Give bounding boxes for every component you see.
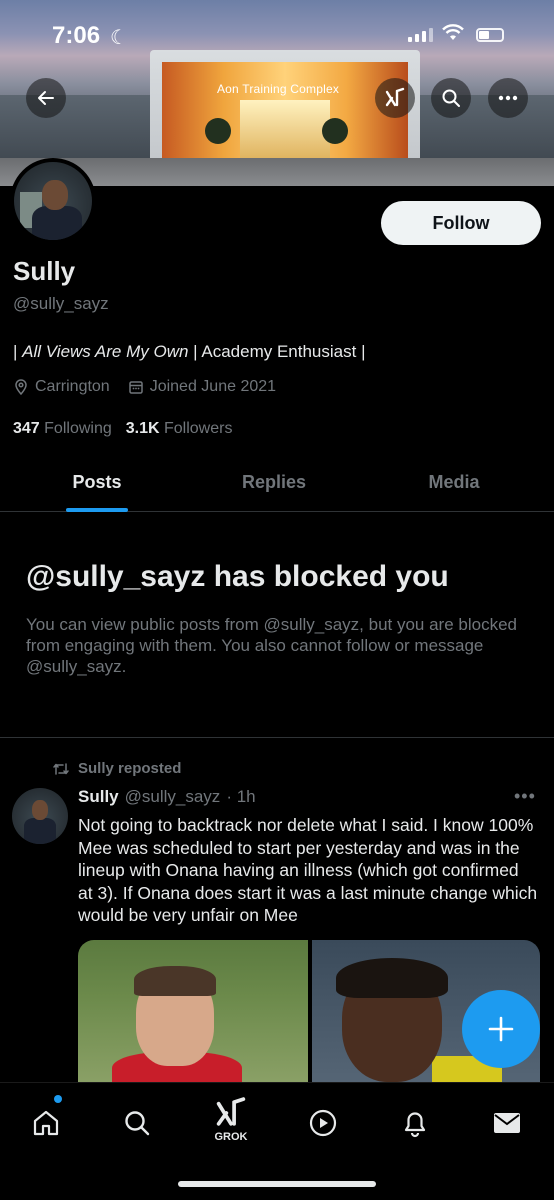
tab-replies[interactable]: Replies xyxy=(184,452,364,512)
tab-media[interactable]: Media xyxy=(364,452,544,512)
bio-separator: | xyxy=(193,342,198,361)
tab-media-label: Media xyxy=(428,471,480,492)
nav-notifications[interactable] xyxy=(395,1103,435,1143)
nav-grok-label: GROK xyxy=(214,1131,248,1143)
moon-icon: ☾ xyxy=(110,27,128,49)
bio-prefix: | xyxy=(13,342,18,361)
envelope-icon xyxy=(494,1113,520,1133)
play-circle-icon xyxy=(309,1109,337,1137)
followers-label: Followers xyxy=(164,420,233,437)
bell-icon xyxy=(404,1112,426,1138)
calendar-icon xyxy=(128,381,143,394)
blocked-title: @sully_sayz has blocked you xyxy=(26,560,449,593)
post-text: Not going to backtrack nor delete what I… xyxy=(78,815,538,925)
following-link[interactable]: 347 Following xyxy=(13,420,112,438)
banner-building-left xyxy=(0,95,150,165)
bio-italic: All Views Are My Own xyxy=(22,342,189,361)
cellular-signal-icon xyxy=(408,28,433,42)
grok-icon xyxy=(385,87,405,107)
home-icon xyxy=(33,1110,59,1136)
profile-meta: Carrington Joined June 2021 xyxy=(13,378,276,396)
image-player-hair xyxy=(336,958,448,998)
status-bar: 7:06 ☾ xyxy=(0,0,554,72)
nav-search[interactable] xyxy=(117,1103,157,1143)
location-text: Carrington xyxy=(35,378,110,395)
wifi-icon xyxy=(442,24,464,48)
post-time: · 1h xyxy=(226,787,256,806)
followers-link[interactable]: 3.1K Followers xyxy=(126,420,233,438)
image-player-hair xyxy=(134,966,216,996)
bio-rest: Academy Enthusiast | xyxy=(201,342,366,361)
compose-post-button[interactable] xyxy=(462,990,540,1068)
back-button[interactable] xyxy=(26,78,66,118)
banner-tree xyxy=(205,118,231,144)
profile-counts: 347 Following 3.1K Followers xyxy=(13,420,232,438)
search-button[interactable] xyxy=(431,78,471,118)
tab-posts[interactable]: Posts xyxy=(0,452,194,512)
tab-posts-label: Posts xyxy=(72,471,122,492)
avatar-face xyxy=(42,180,68,210)
section-divider xyxy=(0,737,554,738)
grok-icon xyxy=(216,1097,246,1126)
nav-home[interactable] xyxy=(26,1103,66,1143)
profile-handle: @sully_sayz xyxy=(13,294,109,313)
nav-video[interactable] xyxy=(303,1103,343,1143)
more-options-button[interactable] xyxy=(488,78,528,118)
search-icon xyxy=(125,1111,150,1136)
post-avatar[interactable] xyxy=(12,788,68,844)
avatar-body xyxy=(32,206,82,240)
blocked-message: You can view public posts from @sully_sa… xyxy=(26,615,517,676)
repost-icon xyxy=(53,762,69,775)
banner-entry xyxy=(240,100,330,158)
nav-grok[interactable] xyxy=(211,1093,251,1133)
following-count: 347 xyxy=(13,420,40,437)
more-dots-icon xyxy=(498,95,518,101)
joined-text: Joined June 2021 xyxy=(149,378,277,395)
post-more-icon[interactable]: ••• xyxy=(514,786,536,807)
profile-bio: | All Views Are My Own | Academy Enthusi… xyxy=(13,342,365,362)
repost-indicator: Sully reposted xyxy=(52,760,181,777)
plus-icon xyxy=(488,1016,514,1042)
back-arrow-icon xyxy=(38,91,54,105)
tab-replies-label: Replies xyxy=(241,471,307,492)
post-author[interactable]: Sully xyxy=(78,787,119,807)
location-pin-icon xyxy=(15,379,27,395)
profile-joined: Joined June 2021 xyxy=(128,378,276,396)
followers-count: 3.1K xyxy=(125,420,160,437)
grok-button[interactable] xyxy=(375,78,415,118)
profile-tabs: Posts Replies Media xyxy=(0,452,554,512)
banner-tree xyxy=(322,118,348,144)
following-label: Following xyxy=(44,420,112,437)
post-handle: @sully_sayz xyxy=(124,787,221,806)
profile-location: Carrington xyxy=(13,378,110,396)
post-header: Sully @sully_sayz · 1h xyxy=(78,787,256,807)
profile-avatar[interactable] xyxy=(10,158,96,244)
battery-icon xyxy=(476,28,504,42)
profile-name: Sully xyxy=(13,256,76,286)
home-indicator[interactable] xyxy=(178,1181,376,1187)
post-image-left[interactable] xyxy=(78,940,308,1082)
repost-label: Sully reposted xyxy=(78,760,182,777)
post-avatar-face xyxy=(32,800,48,820)
status-time: 7:06 xyxy=(52,22,101,49)
search-icon xyxy=(442,89,460,107)
active-tab-indicator xyxy=(66,508,128,512)
notification-dot xyxy=(54,1095,62,1103)
banner-sign: Aon Training Complex xyxy=(216,82,340,96)
post-avatar-body xyxy=(24,818,56,844)
nav-messages[interactable] xyxy=(487,1103,527,1143)
follow-button[interactable]: Follow xyxy=(381,201,541,245)
